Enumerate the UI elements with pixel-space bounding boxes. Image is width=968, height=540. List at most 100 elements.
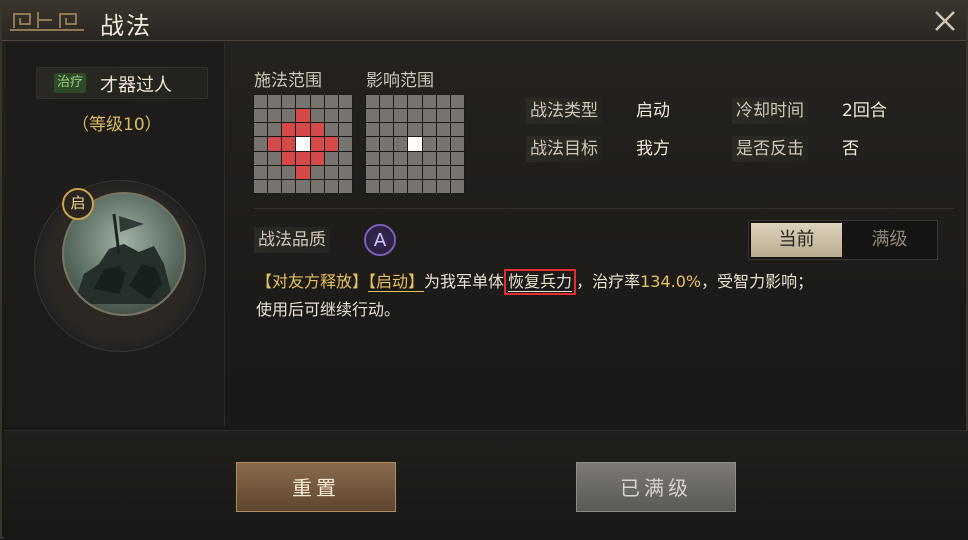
grid-cell [282, 109, 296, 123]
tab-current[interactable]: 当前 [751, 223, 842, 257]
grid-cell [394, 109, 408, 123]
grid-cell [394, 151, 408, 165]
grid-cell [380, 151, 394, 165]
grid-cell [380, 95, 394, 109]
grid-cell [310, 151, 324, 165]
grid-cell [394, 95, 408, 109]
grid-cell [422, 137, 436, 151]
grid-cell [422, 165, 436, 179]
cast-range-grid [253, 94, 353, 194]
description-text-3: ，受智力影响； [701, 272, 814, 291]
grid-cell [310, 179, 324, 193]
grid-cell [450, 95, 464, 109]
effect-range-label: 影响范围 [366, 71, 434, 91]
grid-cell [436, 95, 450, 109]
grid-cell [408, 151, 422, 165]
grid-cell [296, 165, 310, 179]
grid-cell [310, 95, 324, 109]
skill-type-tag: 治疗 [54, 73, 87, 93]
grid-cell [436, 165, 450, 179]
grid-cell [268, 123, 282, 137]
grid-cell [394, 137, 408, 151]
grid-cell [380, 137, 394, 151]
grid-cell [436, 179, 450, 193]
grid-cell [296, 109, 310, 123]
grid-cell [380, 179, 394, 193]
grid-cell [408, 165, 422, 179]
grid-cell [408, 137, 422, 151]
grid-cell [338, 95, 352, 109]
reset-button[interactable]: 重置 [236, 462, 396, 512]
grid-cell [450, 137, 464, 151]
grid-cell [310, 165, 324, 179]
grid-cell [338, 109, 352, 123]
grid-cell [338, 179, 352, 193]
grid-cell [422, 109, 436, 123]
grid-cell [450, 151, 464, 165]
grid-cell [436, 137, 450, 151]
skill-level: （等级10） [72, 115, 162, 135]
grid-cell [254, 151, 268, 165]
cast-range-label: 施法范围 [254, 71, 322, 91]
grid-cell [422, 179, 436, 193]
grid-cell [380, 165, 394, 179]
skill-target-value: 我方 [636, 139, 670, 159]
cooldown-label: 冷却时间 [732, 98, 808, 124]
description-text-2: ，治疗率 [576, 272, 641, 291]
grid-cell [310, 109, 324, 123]
grid-cell [324, 151, 338, 165]
max-level-button[interactable]: 已满级 [576, 462, 736, 512]
grid-cell [366, 137, 380, 151]
grid-cell [338, 123, 352, 137]
grid-cell [254, 165, 268, 179]
grid-cell [380, 123, 394, 137]
quality-label: 战法品质 [254, 227, 330, 253]
grid-cell [268, 151, 282, 165]
grid-cell [282, 165, 296, 179]
grid-cell [366, 95, 380, 109]
skill-type-value: 启动 [636, 101, 670, 121]
grid-cell [380, 109, 394, 123]
grid-cell [310, 137, 324, 151]
grid-cell [366, 109, 380, 123]
grid-cell [282, 137, 296, 151]
grid-cell [268, 179, 282, 193]
grid-cell [254, 95, 268, 109]
grid-cell [338, 137, 352, 151]
grid-cell [408, 179, 422, 193]
grid-cell [366, 179, 380, 193]
grid-cell [268, 95, 282, 109]
grid-cell [394, 123, 408, 137]
grid-cell [422, 95, 436, 109]
skill-target-label: 战法目标 [526, 136, 602, 162]
grid-cell [324, 137, 338, 151]
grid-cell [450, 179, 464, 193]
action-bar [4, 430, 968, 540]
counterattack-value: 否 [842, 139, 859, 159]
skill-description: 【对友方释放】【启动】为我军单体 恢复兵力 ，治疗率134.0%，受智力影响； 使用… [256, 268, 956, 324]
activation-tag: 【启动】 [368, 272, 425, 292]
grid-cell [324, 165, 338, 179]
grid-cell [268, 109, 282, 123]
grid-cell [394, 165, 408, 179]
grid-cell [268, 165, 282, 179]
grid-cell [436, 109, 450, 123]
grid-cell [296, 151, 310, 165]
close-icon[interactable] [932, 8, 958, 34]
tab-max-level[interactable]: 满级 [844, 223, 935, 257]
grid-cell [268, 137, 282, 151]
grid-cell [282, 151, 296, 165]
grid-cell [296, 95, 310, 109]
grid-cell [366, 151, 380, 165]
effect-range-grid [365, 94, 465, 194]
grid-cell [338, 165, 352, 179]
activation-badge: 启 [62, 188, 94, 220]
grid-cell [324, 123, 338, 137]
cooldown-value: 2回合 [842, 101, 887, 121]
grid-cell [296, 137, 310, 151]
grid-cell [254, 109, 268, 123]
divider [254, 208, 954, 209]
grid-cell [324, 179, 338, 193]
grid-cell [450, 109, 464, 123]
grid-cell [254, 179, 268, 193]
